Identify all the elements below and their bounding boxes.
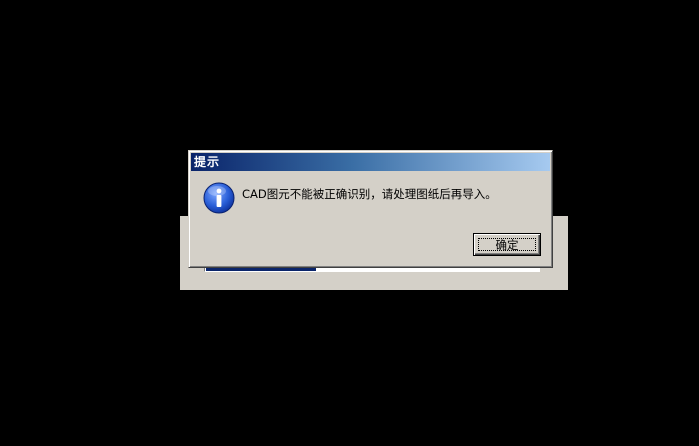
progress-bar-fill <box>206 268 316 271</box>
message-dialog: 提示 CAD图元不能被正确识别，请处理图纸后再导入。 确定 <box>188 150 553 268</box>
ok-button[interactable]: 确定 <box>473 233 541 256</box>
info-icon <box>203 182 235 214</box>
dialog-message: CAD图元不能被正确识别，请处理图纸后再导入。 <box>242 187 497 201</box>
dialog-titlebar[interactable]: 提示 <box>191 153 550 171</box>
ok-button-label: 确定 <box>478 238 536 252</box>
desktop: 提示 CAD图元不能被正确识别，请处理图纸后再导入。 确定 <box>0 0 699 446</box>
dialog-title: 提示 <box>194 155 221 169</box>
